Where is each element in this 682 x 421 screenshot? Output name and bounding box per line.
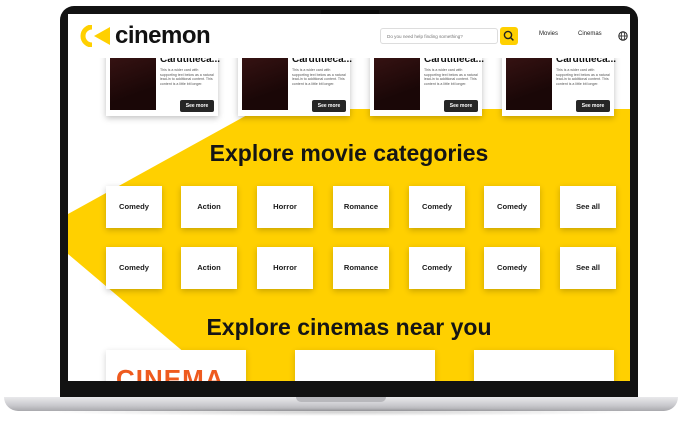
laptop-shadow <box>40 408 642 416</box>
brand-name: cinemon <box>115 22 211 49</box>
movie-poster <box>242 50 288 110</box>
category-tile[interactable]: Horror <box>257 186 313 228</box>
laptop-base-notch <box>296 397 386 402</box>
search-button[interactable] <box>500 27 518 45</box>
logo-mark-icon <box>80 25 110 47</box>
category-tile[interactable]: Comedy <box>106 247 162 289</box>
cinema-card[interactable] <box>474 350 614 381</box>
card-description: This is a wider card with supporting tex… <box>292 68 346 86</box>
category-tile[interactable]: Romance <box>333 247 389 289</box>
see-more-button[interactable]: See more <box>180 100 214 112</box>
cinema-card[interactable]: CINEMA <box>106 350 246 381</box>
card-description: This is a wider card with supporting tex… <box>160 68 214 86</box>
card-description: This is a wider card with supporting tex… <box>556 68 610 86</box>
category-tile[interactable]: Romance <box>333 186 389 228</box>
cinemas-heading: Explore cinemas near you <box>206 314 492 340</box>
cinema-card[interactable] <box>295 350 435 381</box>
category-tile[interactable]: Comedy <box>106 186 162 228</box>
movie-poster <box>506 50 552 110</box>
brand-logo[interactable]: cinemon <box>78 22 211 50</box>
category-tile[interactable]: Action <box>181 186 237 228</box>
category-tile[interactable]: Comedy <box>484 247 540 289</box>
see-more-button[interactable]: See more <box>312 100 346 112</box>
category-tile[interactable]: Comedy <box>484 186 540 228</box>
movie-poster <box>110 50 156 110</box>
site-header: cinemon Movies Cinemas <box>68 14 630 58</box>
category-tile[interactable]: Action <box>181 247 237 289</box>
see-all-categories[interactable]: See all <box>560 247 616 289</box>
globe-icon[interactable] <box>618 31 628 41</box>
search-input[interactable] <box>380 28 498 44</box>
category-tile[interactable]: Horror <box>257 247 313 289</box>
category-tile[interactable]: Comedy <box>409 247 465 289</box>
nav-cinemas[interactable]: Cinemas <box>578 31 602 37</box>
category-tile[interactable]: Comedy <box>409 186 465 228</box>
see-more-button[interactable]: See more <box>576 100 610 112</box>
screen: cinemon Movies Cinemas Cardtitleca... Th… <box>68 14 630 381</box>
see-all-categories[interactable]: See all <box>560 186 616 228</box>
nav-movies[interactable]: Movies <box>539 31 558 37</box>
categories-heading: Explore movie categories <box>209 140 489 166</box>
see-more-button[interactable]: See more <box>444 100 478 112</box>
card-description: This is a wider card with supporting tex… <box>424 68 478 86</box>
search-icon <box>503 30 514 41</box>
movie-poster <box>374 50 420 110</box>
cinema-logo: CINEMA <box>116 364 225 381</box>
